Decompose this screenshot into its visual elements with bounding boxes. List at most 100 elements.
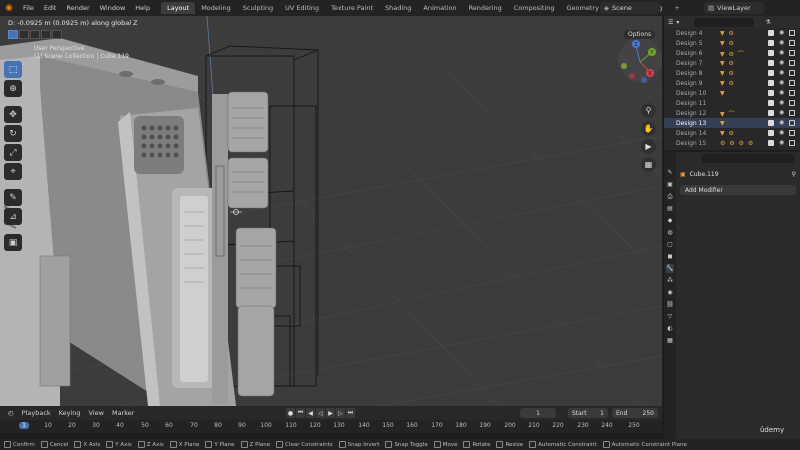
select-invert-icon[interactable]: [41, 30, 51, 39]
tab-shading[interactable]: Shading: [379, 2, 417, 14]
exclude-checkbox[interactable]: [768, 130, 774, 136]
select-intersect-icon[interactable]: [52, 30, 62, 39]
view-layer-selector[interactable]: ▤ ViewLayer: [704, 2, 764, 14]
render-camera-icon[interactable]: [789, 140, 795, 146]
render-camera-icon[interactable]: [789, 130, 795, 136]
exclude-checkbox[interactable]: [768, 140, 774, 146]
render-tab-icon[interactable]: ▣: [666, 180, 674, 189]
exclude-checkbox[interactable]: [768, 70, 774, 76]
modifier-tab-icon[interactable]: 🔧: [666, 264, 674, 273]
particles-tab-icon[interactable]: ⁂: [666, 276, 674, 285]
options-dropdown[interactable]: Options: [624, 30, 656, 39]
jump-end-icon[interactable]: ⏭: [346, 408, 355, 418]
output-tab-icon[interactable]: ⎙: [666, 192, 674, 201]
exclude-checkbox[interactable]: [768, 60, 774, 66]
outliner-row[interactable]: Design 7 ▼ ⚙ ◉: [664, 58, 800, 68]
prev-key-icon[interactable]: ◀: [306, 408, 315, 418]
outliner-row[interactable]: Design 10 ▼ ◉: [664, 88, 800, 98]
filter-icon[interactable]: ⚗: [765, 19, 770, 26]
select-new-icon[interactable]: [8, 30, 18, 39]
display-mode-icon[interactable]: ▾: [676, 19, 679, 26]
menu-help[interactable]: Help: [130, 4, 155, 12]
tab-modeling[interactable]: Modeling: [195, 2, 237, 14]
ruler-current-frame[interactable]: 1: [19, 422, 29, 429]
timeline-menu-marker[interactable]: Marker: [108, 409, 138, 417]
visibility-eye-icon[interactable]: ◉: [779, 99, 784, 106]
timeline-menu-view[interactable]: View: [85, 409, 108, 417]
rotate-icon[interactable]: ↻: [4, 125, 22, 142]
visibility-eye-icon[interactable]: ◉: [779, 139, 784, 146]
visibility-eye-icon[interactable]: ◉: [779, 59, 784, 66]
visibility-eye-icon[interactable]: ◉: [779, 69, 784, 76]
render-camera-icon[interactable]: [789, 100, 795, 106]
exclude-checkbox[interactable]: [768, 40, 774, 46]
visibility-eye-icon[interactable]: ◉: [779, 119, 784, 126]
jump-start-icon[interactable]: ⏮: [296, 408, 305, 418]
camera-icon[interactable]: ▶: [641, 139, 656, 154]
outliner-row[interactable]: Design 13 ▼ ◉: [664, 118, 800, 128]
transform-icon[interactable]: ⌖: [4, 163, 22, 180]
menu-edit[interactable]: Edit: [39, 4, 62, 12]
select-box-icon[interactable]: ⬚: [4, 61, 22, 78]
render-camera-icon[interactable]: [789, 110, 795, 116]
zoom-icon[interactable]: ⚲: [641, 103, 656, 118]
properties-search-input[interactable]: [702, 154, 794, 163]
render-camera-icon[interactable]: [789, 40, 795, 46]
add-cube-icon[interactable]: ▣: [4, 234, 22, 251]
tab-texture-paint[interactable]: Texture Paint: [325, 2, 379, 14]
outliner-row[interactable]: Design 6 ▼ ⚙ ⌒ ◉: [664, 48, 800, 58]
pan-hand-icon[interactable]: ✋: [641, 121, 656, 136]
move-icon[interactable]: ✥: [4, 106, 22, 123]
scene-tab-icon[interactable]: ◆: [666, 216, 674, 225]
outliner-search-input[interactable]: [694, 17, 755, 27]
select-subtract-icon[interactable]: [30, 30, 40, 39]
outliner-row[interactable]: Design 14 ▼ ⚙ ◉: [664, 128, 800, 138]
measure-icon[interactable]: ⊿: [4, 208, 22, 225]
render-camera-icon[interactable]: [789, 70, 795, 76]
render-camera-icon[interactable]: [789, 60, 795, 66]
exclude-checkbox[interactable]: [768, 80, 774, 86]
constraints-tab-icon[interactable]: ⛓: [666, 300, 674, 309]
render-camera-icon[interactable]: [789, 30, 795, 36]
timeline-editor-icon[interactable]: ◴: [4, 409, 18, 417]
select-extend-icon[interactable]: [19, 30, 29, 39]
visibility-eye-icon[interactable]: ◉: [779, 109, 784, 116]
timeline-menu-playback[interactable]: Playback: [18, 409, 55, 417]
render-camera-icon[interactable]: [789, 90, 795, 96]
visibility-eye-icon[interactable]: ◉: [779, 29, 784, 36]
timeline-menu-keying[interactable]: Keying: [55, 409, 85, 417]
exclude-checkbox[interactable]: [768, 120, 774, 126]
visibility-eye-icon[interactable]: ◉: [779, 89, 784, 96]
visibility-eye-icon[interactable]: ◉: [779, 79, 784, 86]
outliner-row[interactable]: Design 15 ⚙ ⚙ ⚙ ⚙ ◉: [664, 138, 800, 148]
visibility-eye-icon[interactable]: ◉: [779, 39, 784, 46]
collection-tab-icon[interactable]: ▢: [666, 240, 674, 249]
menu-file[interactable]: File: [18, 4, 39, 12]
menu-window[interactable]: Window: [95, 4, 131, 12]
scale-icon[interactable]: ⤢: [4, 144, 22, 161]
play-reverse-icon[interactable]: ◁: [316, 408, 325, 418]
scene-selector[interactable]: ◈ Scene: [600, 2, 660, 14]
exclude-checkbox[interactable]: [768, 90, 774, 96]
next-key-icon[interactable]: ▷: [336, 408, 345, 418]
visibility-eye-icon[interactable]: ◉: [779, 129, 784, 136]
add-workspace-button[interactable]: +: [668, 4, 685, 12]
tab-animation[interactable]: Animation: [417, 2, 462, 14]
outliner-row[interactable]: Design 5 ▼ ⚙ ◉: [664, 38, 800, 48]
end-frame-field[interactable]: End 250: [612, 408, 658, 418]
exclude-checkbox[interactable]: [768, 50, 774, 56]
outliner-row[interactable]: Design 4 ▼ ⚙ ◉: [664, 28, 800, 38]
render-camera-icon[interactable]: [789, 50, 795, 56]
current-frame-field[interactable]: 1: [520, 408, 556, 418]
tool-tab-icon[interactable]: ✎: [666, 168, 674, 177]
render-camera-icon[interactable]: [789, 80, 795, 86]
render-camera-icon[interactable]: [789, 120, 795, 126]
tab-compositing[interactable]: Compositing: [508, 2, 561, 14]
outliner-row[interactable]: Design 12 ▼ ⌒ ◉: [664, 108, 800, 118]
add-modifier-button[interactable]: Add Modifier: [680, 185, 796, 195]
tab-rendering[interactable]: Rendering: [463, 2, 508, 14]
exclude-checkbox[interactable]: [768, 110, 774, 116]
outliner-row[interactable]: Design 8 ▼ ⚙ ◉: [664, 68, 800, 78]
view-layer-tab-icon[interactable]: ▤: [666, 204, 674, 213]
physics-tab-icon[interactable]: ◉: [666, 288, 674, 297]
